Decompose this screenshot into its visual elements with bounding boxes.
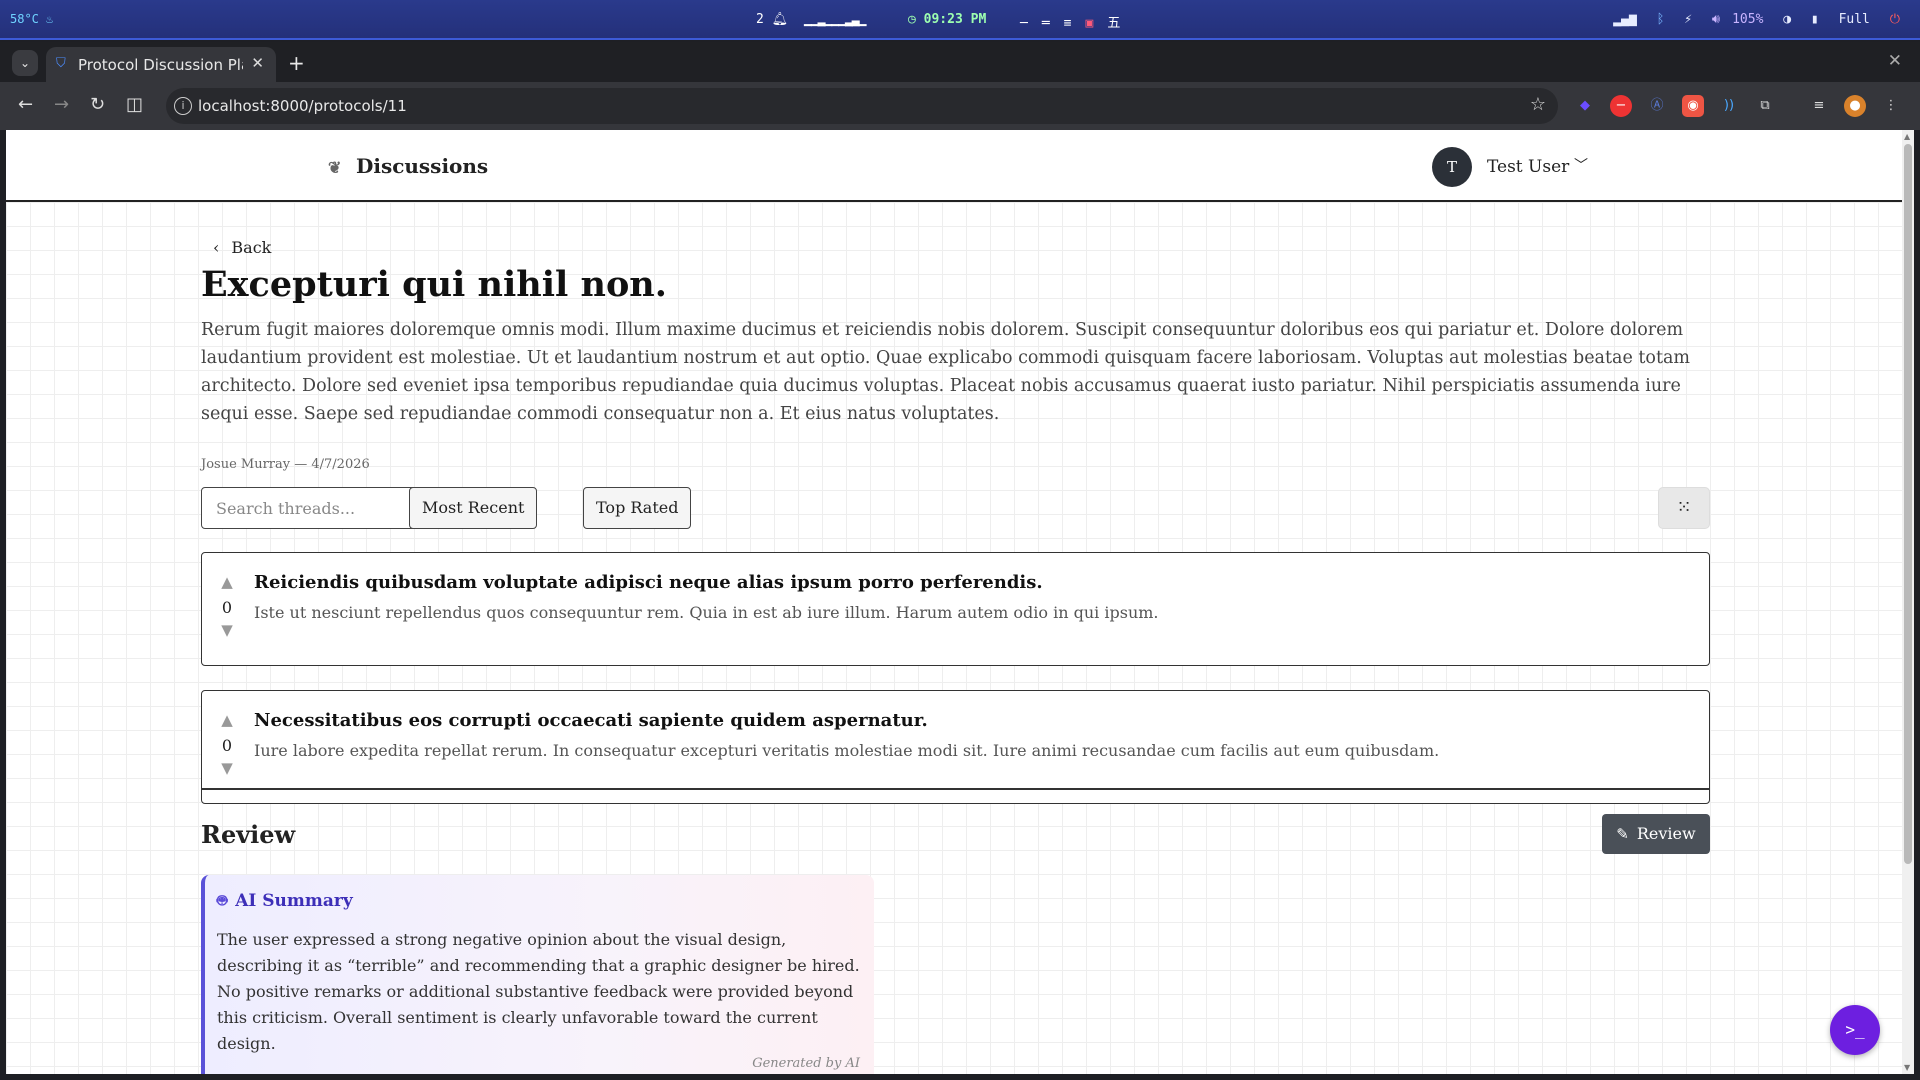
terminal-fab-button[interactable]: >_	[1830, 1005, 1880, 1055]
back-link[interactable]: ‹ Back	[213, 238, 271, 257]
flame-icon: ♨	[46, 12, 54, 26]
vote-control: ▲ 0 ▼	[212, 711, 242, 781]
os-top-bar: 58°C ♨ 2 🔔︎ ▁▁▂▁▁▁▂▃▁ ◷ 09:23 PM ─═≡▣五 ▂…	[0, 0, 1920, 40]
extension-icon-4[interactable]: ◉	[1682, 95, 1704, 117]
section-divider	[201, 788, 1710, 790]
sort-top-rated-button[interactable]: Top Rated	[583, 487, 692, 529]
brand-logo-icon: ❦	[328, 158, 342, 177]
brand-name: Discussions	[356, 154, 489, 178]
tab-close-icon[interactable]: ✕	[251, 54, 264, 72]
terminal-icon: >_	[1845, 1020, 1865, 1039]
review-button[interactable]: ✎ Review	[1602, 814, 1710, 854]
url-text[interactable]: localhost:8000/protocols/11	[198, 97, 407, 115]
profile-avatar-icon[interactable]: ●	[1844, 95, 1866, 117]
scroll-down-arrow-icon[interactable]: ▼	[1904, 1063, 1910, 1072]
extension-icon-3[interactable]: Ⓐ	[1646, 95, 1668, 117]
grid-view-button[interactable]: ⁙	[1658, 487, 1710, 529]
chevron-down-icon: ﹀	[1574, 158, 1588, 174]
user-name: Test User	[1487, 157, 1570, 177]
tab-search-chevron-icon[interactable]: ⌄	[12, 50, 38, 76]
pencil-icon: ✎	[1616, 825, 1629, 843]
window-close-icon[interactable]: ✕	[1888, 51, 1902, 71]
browser-tab-active[interactable]: ⛉ Protocol Discussion Platform ✕	[46, 47, 276, 82]
thread-excerpt: Iste ut nesciunt repellendus quos conseq…	[254, 603, 1159, 622]
browser-tab-strip: ⌄ ⛉ Protocol Discussion Platform ✕ + ✕	[0, 42, 1920, 82]
battery-indicator: ▮ Full	[1810, 12, 1870, 27]
extensions-puzzle-icon[interactable]: ⧉	[1754, 95, 1776, 117]
power-icon[interactable]: ⏻	[1890, 12, 1900, 27]
back-arrow-icon[interactable]: ←	[18, 94, 33, 115]
vote-count: 0	[221, 598, 233, 617]
downvote-arrow-icon[interactable]: ▼	[212, 621, 242, 643]
extension-icon-1[interactable]: ◆	[1574, 95, 1596, 117]
reading-list-icon[interactable]: ≡	[1808, 95, 1830, 117]
robot-icon: 🤖︎	[217, 891, 228, 911]
brand[interactable]: ❦ Discussions	[328, 154, 488, 178]
tab-title: Protocol Discussion Platform	[78, 56, 243, 74]
protocol-body: Rerum fugit maiores doloremque omnis mod…	[201, 320, 1691, 424]
ai-generated-label: Generated by AI	[752, 1056, 860, 1071]
extension-block-icon[interactable]: −	[1610, 95, 1632, 117]
thread-card[interactable]: ▲ 0 ▼ Necessitatibus eos corrupti occaec…	[201, 690, 1710, 804]
lightning-icon: ⚡︎	[1684, 12, 1693, 27]
split-view-icon[interactable]: ◫	[126, 94, 143, 115]
volume-indicator[interactable]: 🔊︎ 105%	[1712, 12, 1764, 27]
page-scrollbar[interactable]: ▲ ▼	[1902, 130, 1914, 1074]
page-viewport: ❦ Discussions T Test User ﹀ ‹ Back Exceptu…	[6, 130, 1902, 1074]
review-button-label: Review	[1636, 824, 1696, 843]
ai-summary-header: 🤖︎ AI Summary	[217, 889, 353, 913]
workspace-switcher[interactable]: ─═≡▣五	[1020, 12, 1134, 31]
scrollbar-thumb[interactable]	[1904, 144, 1912, 864]
forward-arrow-icon[interactable]: →	[54, 94, 69, 115]
new-tab-plus-icon[interactable]: +	[288, 51, 305, 75]
scroll-up-arrow-icon[interactable]: ▲	[1904, 132, 1910, 141]
back-label: Back	[231, 238, 272, 257]
ai-summary-title: AI Summary	[235, 891, 353, 911]
site-navbar: ❦ Discussions T Test User ﹀	[6, 130, 1902, 202]
signal-icon: ▂▄▆	[1613, 12, 1637, 27]
system-tray: ▂▄▆ ᛒ ⚡︎ 🔊︎ 105% ◑ ▮ Full ⏻	[1601, 12, 1900, 27]
vote-control: ▲ 0 ▼	[212, 573, 242, 643]
activity-bars-icon: ▁▁▂▁▁▁▂▃▁	[804, 12, 866, 27]
thread-excerpt: Iure labore expedita repellat rerum. In …	[254, 741, 1440, 760]
bookmark-star-icon[interactable]: ☆	[1530, 94, 1546, 115]
bell-icon: 🔔︎	[771, 12, 789, 27]
thread-card[interactable]: ▲ 0 ▼ Reiciendis quibusdam voluptate adi…	[201, 552, 1710, 666]
grid-dots-icon: ⁙	[1676, 497, 1692, 518]
temperature-indicator: 58°C ♨	[10, 12, 54, 26]
shield-favicon-icon: ⛉	[56, 56, 66, 71]
extension-wifi-icon[interactable]: ))	[1718, 95, 1740, 117]
chevron-left-icon: ‹	[213, 238, 220, 257]
clock: ◷ 09:23 PM	[908, 12, 987, 27]
ai-summary-text: The user expressed a strong negative opi…	[217, 930, 860, 1053]
review-heading: Review	[201, 820, 296, 849]
menu-kebab-icon[interactable]: ⋮	[1880, 95, 1902, 117]
page-title: Excepturi qui nihil non.	[201, 264, 667, 305]
avatar: T	[1432, 147, 1472, 187]
site-info-icon[interactable]: i	[174, 97, 192, 115]
reload-icon[interactable]: ↻	[90, 94, 105, 115]
address-bar[interactable]: i localhost:8000/protocols/11 ☆	[166, 88, 1558, 124]
downvote-arrow-icon[interactable]: ▼	[212, 759, 242, 781]
bluetooth-icon[interactable]: ᛒ	[1657, 12, 1665, 27]
upvote-arrow-icon[interactable]: ▲	[212, 573, 242, 595]
protocol-meta: Josue Murray — 4/7/2026	[201, 457, 370, 472]
thread-title[interactable]: Necessitatibus eos corrupti occaecati sa…	[254, 710, 928, 731]
contrast-icon: ◑	[1783, 12, 1792, 27]
thread-title[interactable]: Reiciendis quibusdam voluptate adipisci …	[254, 572, 1043, 593]
browser-toolbar: ← → ↻ ◫ i localhost:8000/protocols/11 ☆ …	[0, 82, 1920, 130]
ai-summary-card: 🤖︎ AI Summary The user expressed a strong…	[201, 875, 874, 1074]
notification-indicator[interactable]: 2 🔔︎	[756, 12, 788, 27]
upvote-arrow-icon[interactable]: ▲	[212, 711, 242, 733]
sort-most-recent-button[interactable]: Most Recent	[409, 487, 538, 529]
vote-count: 0	[221, 736, 233, 755]
clock-icon: ◷	[908, 12, 916, 27]
